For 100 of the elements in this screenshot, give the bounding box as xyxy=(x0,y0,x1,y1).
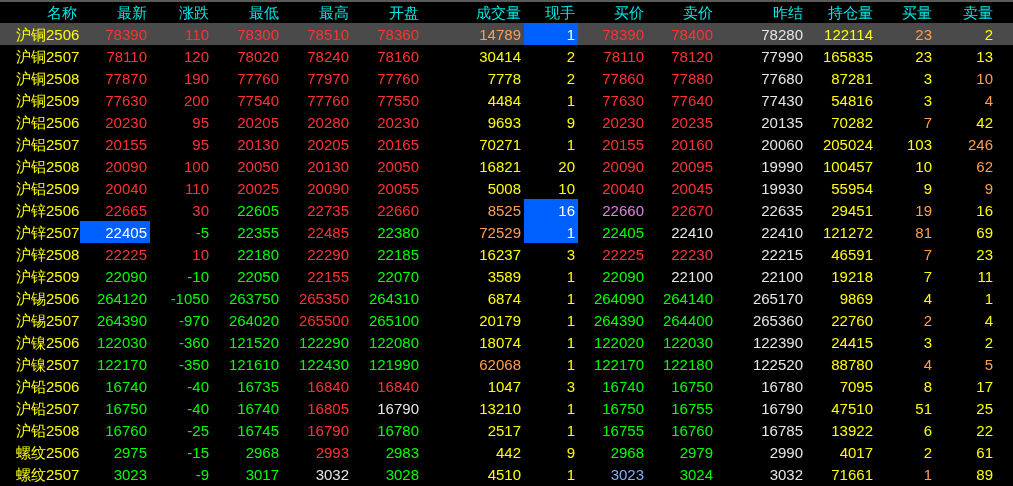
quote-row[interactable]: 沪锡2507 264390 -970 264020 265500 265100 20179 1 264390 264400 265360 22760 2 4 xyxy=(0,309,1013,331)
quote-row[interactable]: 沪铝2507 20155 95 20130 20205 20165 70271 1 20155 20160 20060 205024 103 246 xyxy=(0,133,1013,155)
table-cell-text: 78390 xyxy=(602,26,645,42)
column-header[interactable]: 最低 xyxy=(249,5,279,20)
quote-row[interactable]: 沪铜2508 77870 190 77760 77970 77760 7778 2 77860 77880 77680 87281 3 10 xyxy=(0,67,1013,89)
table-cell-text: 13922 xyxy=(831,422,874,438)
table-cell-text: 77970 xyxy=(307,70,350,86)
quote-row[interactable]: 沪锌2509 22090 -10 22050 22155 22070 3589 1 22090 22100 22100 19218 7 11 xyxy=(0,265,1013,287)
table-cell-text: 16790 xyxy=(377,400,420,416)
column-header[interactable]: 昨结 xyxy=(773,5,803,20)
quote-row[interactable]: 沪铝2508 20090 100 20050 20130 20050 16821 20 20090 20095 19990 100457 10 62 xyxy=(0,155,1013,177)
column-header[interactable]: 持仓量 xyxy=(828,5,873,20)
table-cell-text: 2 xyxy=(923,312,933,328)
table-cell-text: 30 xyxy=(192,202,210,218)
table-cell-text: 42 xyxy=(976,114,994,130)
table-cell-text: 81 xyxy=(915,224,933,240)
column-header[interactable]: 买价 xyxy=(614,5,644,20)
table-cell-text: -10 xyxy=(187,268,210,284)
table-cell-text: 1 xyxy=(566,356,576,372)
table-cell-text: 19218 xyxy=(831,268,874,284)
table-cell-text: 95 xyxy=(192,136,210,152)
table-cell-text: -1050 xyxy=(170,290,210,306)
table-cell-text: 62 xyxy=(976,158,994,174)
table-cell-text: 22760 xyxy=(831,312,874,328)
table-cell-text: 95 xyxy=(192,114,210,130)
quote-row[interactable]: 沪锡2506 264120 -1050 263750 265350 264310 6874 1 264090 264140 265170 9869 4 1 xyxy=(0,287,1013,309)
table-cell-text: 88780 xyxy=(831,356,874,372)
table-cell-text: 10 xyxy=(192,246,210,262)
quote-row[interactable]: 沪铝2509 20040 110 20025 20090 20055 5008 10 20040 20045 19930 55954 9 9 xyxy=(0,177,1013,199)
table-cell-text: 13210 xyxy=(479,400,522,416)
quote-row[interactable]: 沪铝2506 20230 95 20205 20280 20230 9693 9 20230 20235 20135 70282 7 42 xyxy=(0,111,1013,133)
table-cell-text: 265170 xyxy=(752,290,804,306)
table-cell-text: 70271 xyxy=(479,136,522,152)
table-cell-text: 2993 xyxy=(315,444,350,460)
quote-row[interactable]: 沪铅2506 16740 -40 16735 16840 16840 1047 3 16740 16750 16780 7095 8 17 xyxy=(0,375,1013,397)
quote-row[interactable]: 沪镍2506 122030 -360 121520 122290 122080 18074 1 122020 122030 122390 24415 3 2 xyxy=(0,331,1013,353)
table-cell-text: 3024 xyxy=(679,466,714,482)
table-cell-text: 120 xyxy=(183,48,210,64)
table-cell-text: 19 xyxy=(915,202,933,218)
table-cell-text: 103 xyxy=(906,136,933,152)
table-cell-text: 20135 xyxy=(761,114,804,130)
table-cell-text: 23 xyxy=(915,48,933,64)
quote-row[interactable]: 沪铜2506 78390 110 78300 78510 78360 14789 1 78390 78400 78280 122114 23 2 xyxy=(0,23,1013,45)
column-header[interactable]: 成交量 xyxy=(476,5,521,20)
quote-row[interactable]: 螺纹2507 3023 -9 3017 3032 3028 4510 1 3023 3024 3032 71661 1 89 xyxy=(0,463,1013,485)
quote-row[interactable]: 沪镍2507 122170 -350 121610 122430 121990 62068 1 122170 122180 122520 88780 4 5 xyxy=(0,353,1013,375)
table-cell-text: 16780 xyxy=(377,422,420,438)
column-header[interactable]: 名称 xyxy=(47,5,77,20)
table-cell-text: 24415 xyxy=(831,334,874,350)
quote-row[interactable]: 沪铜2507 78110 120 78020 78240 78160 30414 2 78110 78120 77990 165835 23 13 xyxy=(0,45,1013,67)
contract-name: 沪锡2507 xyxy=(16,312,80,328)
column-header[interactable]: 涨跌 xyxy=(179,5,209,20)
table-cell-text: 22380 xyxy=(377,224,420,240)
table-cell-text: 16750 xyxy=(602,400,645,416)
table-cell-text: -350 xyxy=(178,356,210,372)
table-cell-text: 22230 xyxy=(671,246,714,262)
table-cell-text: 264020 xyxy=(228,312,280,328)
table-cell-text: 16740 xyxy=(237,400,280,416)
table-cell-text: 14789 xyxy=(479,26,522,42)
table-cell-text: 71661 xyxy=(831,466,874,482)
quote-row[interactable]: 沪铅2508 16760 -25 16745 16790 16780 2517 1 16755 16760 16785 13922 6 22 xyxy=(0,419,1013,441)
table-cell-text: 16755 xyxy=(671,400,714,416)
table-cell-text: 263750 xyxy=(228,290,280,306)
quote-row[interactable]: 螺纹2506 2975 -15 2968 2993 2983 442 9 2968 2979 2990 4017 2 61 xyxy=(0,441,1013,463)
table-cell-text: 22215 xyxy=(761,246,804,262)
table-cell-text: 22410 xyxy=(761,224,804,240)
column-header[interactable]: 卖价 xyxy=(683,5,713,20)
table-cell-text: 77760 xyxy=(377,70,420,86)
table-cell-text: 22735 xyxy=(307,202,350,218)
column-header[interactable]: 最高 xyxy=(319,5,349,20)
table-cell-text: 1 xyxy=(566,268,576,284)
column-header[interactable]: 现手 xyxy=(545,5,575,20)
table-cell-text: 1 xyxy=(566,422,576,438)
table-cell-text: 2 xyxy=(566,48,576,64)
column-header[interactable]: 买量 xyxy=(902,5,932,20)
table-cell-text: 265100 xyxy=(368,312,420,328)
column-header[interactable]: 开盘 xyxy=(389,5,419,20)
table-cell-text: 4 xyxy=(984,312,994,328)
column-header[interactable]: 卖量 xyxy=(963,5,993,20)
table-cell-text: 200 xyxy=(183,92,210,108)
quote-row[interactable]: 沪锌2508 22225 10 22180 22290 22185 16237 3 22225 22230 22215 46591 7 23 xyxy=(0,243,1013,265)
table-cell-text: 1 xyxy=(566,136,576,152)
table-cell-text: 87281 xyxy=(831,70,874,86)
quote-row[interactable]: 沪锌2506 22665 30 22605 22735 22660 8525 16 22660 22670 22635 29451 19 16 xyxy=(0,199,1013,221)
quote-row[interactable]: 沪铜2509 77630 200 77540 77760 77550 4484 1 77630 77640 77430 54816 3 4 xyxy=(0,89,1013,111)
table-cell-text: 20160 xyxy=(671,136,714,152)
table-cell-text: 22225 xyxy=(602,246,645,262)
quote-row[interactable]: 沪锌2507 22405 -5 22355 22485 22380 72529 1 22405 22410 22410 121272 81 69 xyxy=(0,221,1013,243)
table-cell-text: 89 xyxy=(976,466,994,482)
table-cell-text: 10 xyxy=(915,158,933,174)
table-cell-text: 30414 xyxy=(479,48,522,64)
table-cell-text: 122390 xyxy=(752,334,804,350)
cell-value: 1 xyxy=(566,26,575,42)
quote-row[interactable]: 沪铅2507 16750 -40 16740 16805 16790 13210 1 16750 16755 16790 47510 51 25 xyxy=(0,397,1013,419)
table-cell-text: 2990 xyxy=(769,444,804,460)
table-cell-text: 22090 xyxy=(105,268,148,284)
table-cell-text: 20060 xyxy=(761,136,804,152)
column-header[interactable]: 最新 xyxy=(117,5,147,20)
table-cell-text: 6874 xyxy=(487,290,522,306)
table-cell-text: 2979 xyxy=(679,444,714,460)
